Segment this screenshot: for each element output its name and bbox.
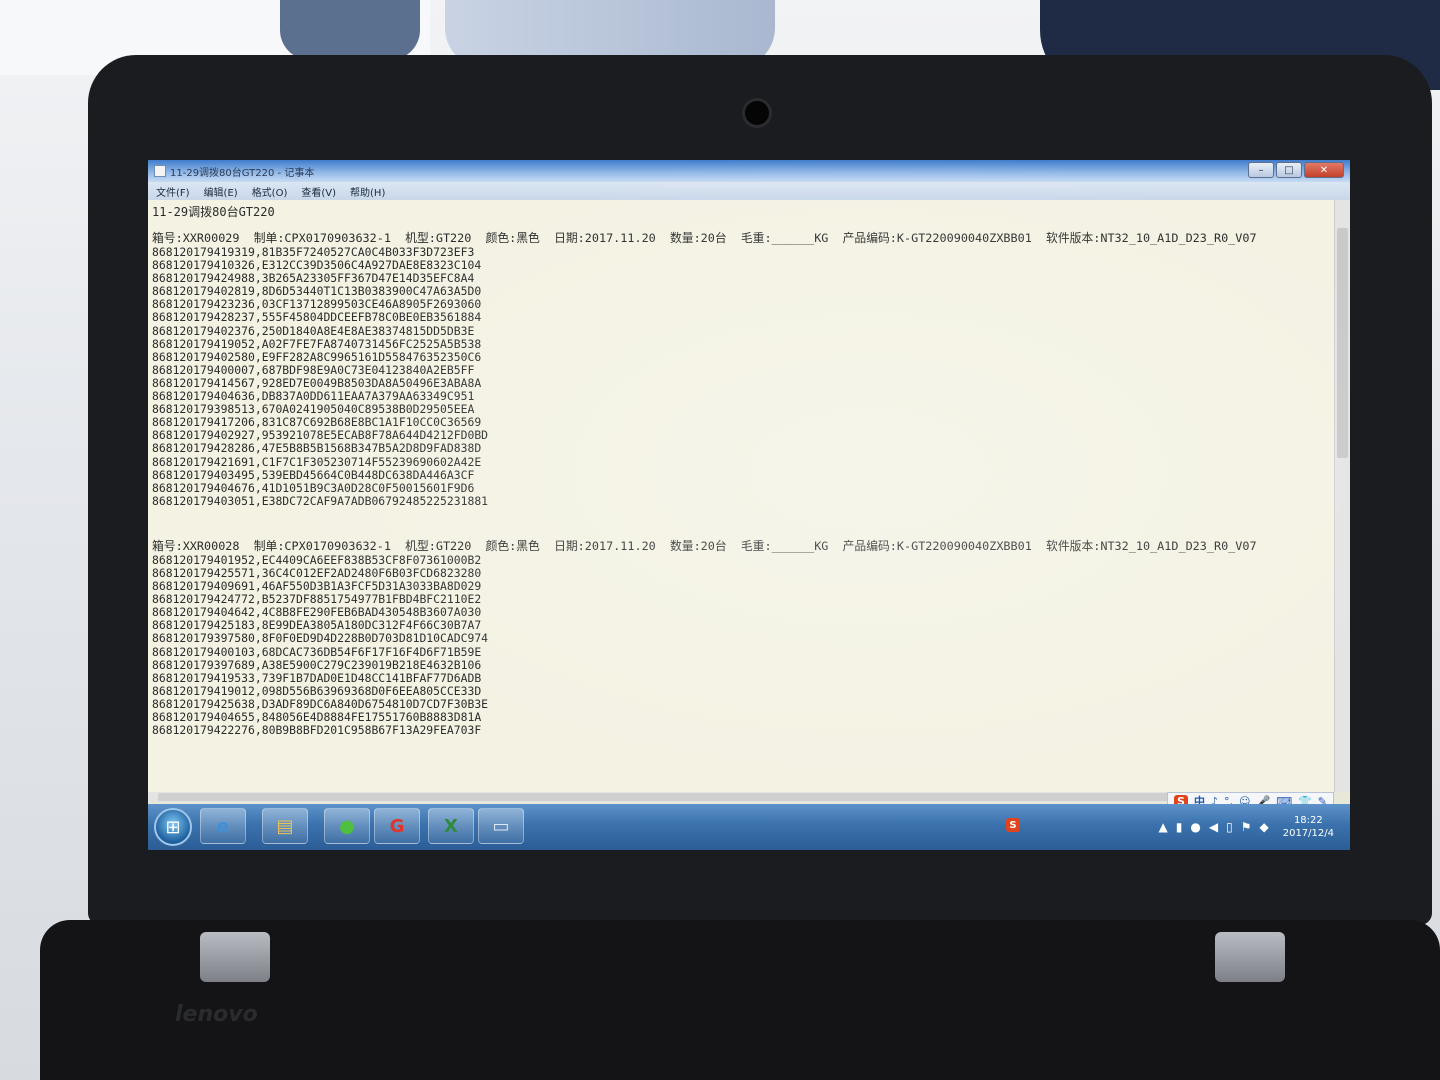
serial-row: 868120179401952,EC4409CA6EEF838B53CF8F07… bbox=[152, 552, 482, 567]
record-block: 箱号:XXR00028 制单:CPX0170903632-1 机型:GT220 … bbox=[152, 538, 1334, 737]
sogou-tray-icon[interactable]: S bbox=[1006, 818, 1020, 832]
webcam bbox=[742, 98, 772, 128]
serial-row: 868120179419012,098D556B63969368D0F6EEA8… bbox=[152, 683, 482, 698]
serial-row: 868120179403495,539EBD45664C0B448DC638DA… bbox=[152, 467, 475, 482]
explorer-icon[interactable]: ▤ bbox=[262, 808, 308, 844]
taskbar: ⊞ e ▤ ● G X ▭ S ▲ ▮ ● ◀ ▯ ⚑ ◆ 18:22 2017/12/4 bbox=[148, 804, 1350, 850]
clock-date: 2017/12/4 bbox=[1282, 828, 1334, 839]
action-center-icon[interactable]: ⚑ bbox=[1241, 820, 1252, 834]
serial-row: 868120179397580,8F0F0ED9D4D228B0D703D81D… bbox=[152, 631, 489, 646]
laptop-brand-logo: lenovo bbox=[175, 1002, 258, 1027]
serial-row: 868120179400007,687BDF98E9A0C73E04123840… bbox=[152, 362, 475, 377]
menu-file[interactable]: 文件(F) bbox=[156, 184, 190, 199]
horizontal-scroll-thumb[interactable] bbox=[158, 793, 1208, 801]
excel-icon[interactable]: X bbox=[428, 808, 474, 844]
clock-time: 18:22 bbox=[1293, 815, 1323, 826]
text-editor[interactable]: 11-29调拨80台GT220 箱号:XXR00029 制单:CPX017090… bbox=[148, 200, 1334, 792]
serial-row: 868120179428286,47E5B8B5B1568B347B5A2D8D… bbox=[152, 441, 482, 456]
security-icon[interactable]: ● bbox=[1190, 820, 1200, 834]
box-header-line: 箱号:XXR00028 制单:CPX0170903632-1 机型:GT220 … bbox=[152, 538, 1257, 553]
vertical-scroll-thumb[interactable] bbox=[1337, 228, 1348, 458]
menu-format[interactable]: 格式(O) bbox=[252, 184, 288, 199]
serial-row: 868120179404676,41D1051B9C3A0D28C0F50015… bbox=[152, 480, 475, 495]
clock[interactable]: 18:22 2017/12/4 bbox=[1283, 814, 1334, 840]
person-background bbox=[280, 0, 420, 60]
show-hidden-icons-icon[interactable]: ▲ bbox=[1159, 820, 1168, 834]
serial-row: 868120179403051,E38DC72CAF9A7ADB06792485… bbox=[152, 493, 489, 508]
menu-view[interactable]: 查看(V) bbox=[301, 184, 336, 199]
window-controls: – □ ✕ bbox=[1248, 162, 1344, 178]
serial-row: 868120179419533,739F1B7DAD0E1D48CC141BFA… bbox=[152, 670, 482, 685]
serial-row: 868120179397689,A38E5900C279C239019B218E… bbox=[152, 657, 482, 672]
media-player-icon[interactable]: ● bbox=[324, 808, 370, 844]
browser-g-icon[interactable]: G bbox=[374, 808, 420, 844]
serial-row: 868120179419052,A02F7FE7FA8740731456FC25… bbox=[152, 336, 482, 351]
minimize-button[interactable]: – bbox=[1248, 162, 1274, 178]
serial-row: 868120179400103,68DCAC736DB54F6F17F16F4D… bbox=[152, 644, 482, 659]
serial-row: 868120179402580,E9FF282A8C9965161D558476… bbox=[152, 349, 482, 364]
screen: 11-29调拨80台GT220 - 记事本 – □ ✕ 文件(F) 编辑(E) … bbox=[148, 160, 1350, 850]
record-block: 箱号:XXR00029 制单:CPX0170903632-1 机型:GT220 … bbox=[152, 230, 1334, 508]
network-icon[interactable]: ▮ bbox=[1176, 820, 1183, 834]
serial-row: 868120179421691,C1F7C1F305230714F5523969… bbox=[152, 454, 482, 469]
menu-edit[interactable]: 编辑(E) bbox=[204, 184, 238, 199]
close-button[interactable]: ✕ bbox=[1304, 162, 1344, 178]
box-header-line: 箱号:XXR00029 制单:CPX0170903632-1 机型:GT220 … bbox=[152, 231, 1257, 245]
start-button[interactable]: ⊞ bbox=[154, 808, 192, 846]
menu-help[interactable]: 帮助(H) bbox=[350, 184, 385, 199]
maximize-button[interactable]: □ bbox=[1276, 162, 1302, 178]
menu-bar: 文件(F) 编辑(E) 格式(O) 查看(V) 帮助(H) bbox=[148, 182, 1350, 200]
volume-icon[interactable]: ◀ bbox=[1209, 820, 1218, 834]
window-title: 11-29调拨80台GT220 - 记事本 bbox=[170, 167, 315, 179]
ie-icon[interactable]: e bbox=[200, 808, 246, 844]
battery-icon[interactable]: ▯ bbox=[1226, 820, 1233, 834]
window-titlebar[interactable]: 11-29调拨80台GT220 - 记事本 – □ ✕ bbox=[148, 160, 1350, 182]
horizontal-scrollbar[interactable] bbox=[148, 792, 1334, 802]
serial-row: 868120179428237,555F45804DDCEEFB78C0BE0E… bbox=[152, 310, 482, 325]
system-tray: ▲ ▮ ● ◀ ▯ ⚑ ◆ 18:22 2017/12/4 bbox=[1159, 808, 1334, 846]
notepad-icon bbox=[154, 165, 166, 177]
document-title-line: 11-29调拨80台GT220 bbox=[152, 205, 275, 219]
shield-icon[interactable]: ◆ bbox=[1259, 820, 1268, 834]
laptop-hinge-left bbox=[200, 932, 270, 982]
serial-row: 868120179422276,80B9B8BFD201C958B67F13A2… bbox=[152, 723, 482, 738]
vertical-scrollbar[interactable] bbox=[1334, 200, 1350, 792]
notepad-icon[interactable]: ▭ bbox=[478, 808, 524, 844]
laptop-hinge-right bbox=[1215, 932, 1285, 982]
serial-row: 868120179402376,250D1840A8E4E8AE38374815… bbox=[152, 323, 475, 338]
